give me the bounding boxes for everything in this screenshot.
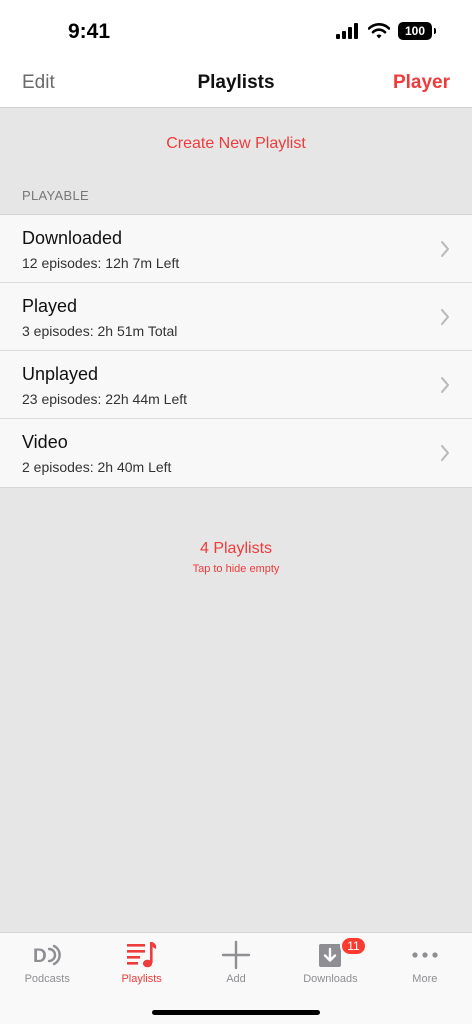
- playlist-title: Played: [22, 296, 78, 316]
- cellular-signal-icon: [336, 23, 358, 39]
- playlist-title: Unplayed: [22, 364, 99, 384]
- tab-label: Downloads: [303, 973, 358, 985]
- battery-indicator: 100: [398, 22, 436, 40]
- status-bar: 9:41 100: [0, 0, 472, 60]
- tab-more[interactable]: More: [378, 933, 472, 993]
- playlist-summary[interactable]: 4 Playlists Tap to hide empty: [0, 540, 472, 575]
- playlist-row-unplayed[interactable]: Unplayed 23 episodes: 22h 44m Left: [0, 351, 472, 419]
- chevron-right-icon: [441, 377, 449, 393]
- playlist-subtitle: 12 episodes: 12h 7m Left: [22, 255, 180, 271]
- section-header-playable: PLAYABLE: [22, 188, 89, 203]
- navigation-bar: Edit Playlists Player: [0, 60, 472, 108]
- status-time: 9:41: [68, 20, 111, 43]
- wifi-icon: [368, 23, 390, 39]
- chevron-right-icon: [441, 241, 449, 257]
- tab-label: Podcasts: [24, 973, 70, 985]
- create-new-playlist-button[interactable]: Create New Playlist: [0, 108, 472, 180]
- status-icons: 100: [336, 22, 436, 40]
- playlist-subtitle: 3 episodes: 2h 51m Total: [22, 323, 178, 339]
- create-new-playlist-label: Create New Playlist: [166, 135, 306, 152]
- playlist-title: Video: [22, 432, 68, 452]
- battery-level: 100: [404, 24, 426, 38]
- chevron-right-icon: [441, 445, 449, 461]
- hide-empty-hint: Tap to hide empty: [192, 563, 280, 575]
- player-button[interactable]: Player: [393, 72, 450, 94]
- plus-icon: [221, 940, 251, 970]
- more-icon: [412, 952, 438, 958]
- playlist-list: Downloaded 12 episodes: 12h 7m Left Play…: [0, 214, 472, 488]
- playlist-row-video[interactable]: Video 2 episodes: 2h 40m Left: [0, 419, 472, 487]
- home-indicator: [152, 1010, 320, 1015]
- playlists-icon: [126, 942, 156, 968]
- playlist-title: Downloaded: [22, 228, 123, 248]
- tab-add[interactable]: Add: [189, 933, 283, 993]
- playlist-subtitle: 23 episodes: 22h 44m Left: [22, 391, 188, 407]
- playlist-count: 4 Playlists: [199, 540, 273, 557]
- playlist-row-played[interactable]: Played 3 episodes: 2h 51m Total: [0, 283, 472, 351]
- downloads-badge: 11: [340, 936, 367, 956]
- svg-text:D: D: [33, 946, 47, 967]
- playlist-row-downloaded[interactable]: Downloaded 12 episodes: 12h 7m Left: [0, 215, 472, 283]
- chevron-right-icon: [441, 309, 449, 325]
- tab-podcasts[interactable]: D Podcasts: [0, 933, 94, 993]
- tab-label: More: [412, 973, 438, 985]
- tab-downloads[interactable]: 11 Downloads: [283, 933, 377, 993]
- tab-label: Add: [226, 973, 246, 985]
- tab-label: Playlists: [121, 973, 162, 985]
- podcasts-icon: D: [33, 944, 61, 967]
- tab-playlists[interactable]: Playlists: [94, 933, 188, 993]
- edit-button[interactable]: Edit: [22, 72, 55, 94]
- playlist-subtitle: 2 episodes: 2h 40m Left: [22, 459, 172, 475]
